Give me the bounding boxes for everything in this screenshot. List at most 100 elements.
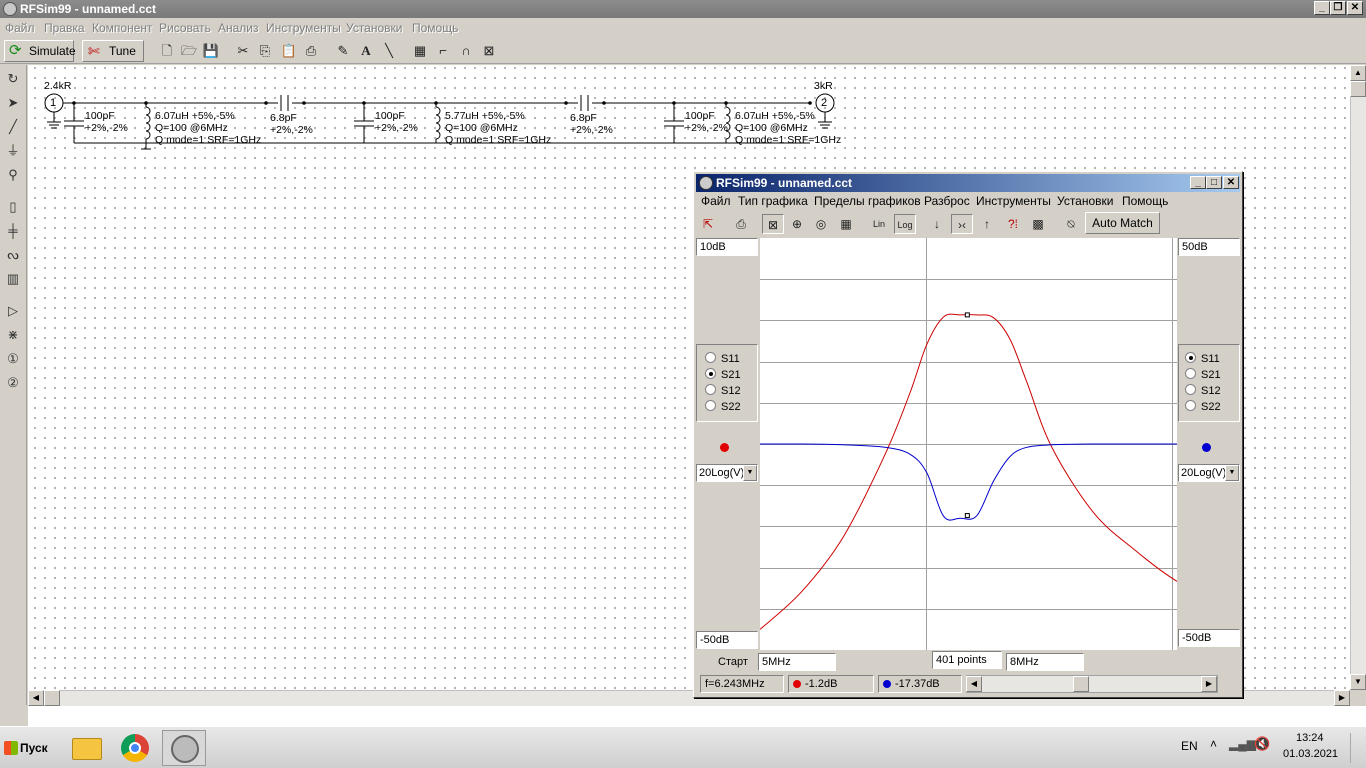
pointer-icon[interactable]: ➤ [4, 94, 22, 112]
help-marker-icon[interactable]: ?⁞ [1002, 214, 1024, 234]
horizontal-scroll-thumb[interactable] [44, 690, 60, 706]
slider-thumb[interactable] [1073, 676, 1089, 692]
log-scale-icon[interactable]: Log [894, 214, 916, 234]
minimize-button[interactable]: _ [1314, 1, 1330, 15]
graph-minimize-button[interactable]: _ [1190, 176, 1206, 189]
vertical-scrollbar[interactable]: ▲ ▼ [1350, 65, 1366, 690]
scroll-left-icon[interactable]: ◀ [28, 690, 44, 706]
graph-menu-help[interactable]: Помощь [1122, 194, 1168, 208]
menu-file[interactable]: Файл [5, 21, 35, 35]
grid-pattern-icon[interactable]: ▩ [1027, 214, 1049, 234]
menu-settings[interactable]: Установки [346, 21, 402, 35]
print-icon[interactable]: ⎙ [302, 42, 320, 60]
wire-icon[interactable]: ⌐ [434, 42, 452, 60]
copy-icon[interactable]: ⎘ [256, 42, 274, 60]
start-frequency-input[interactable]: 5MHz [758, 653, 836, 671]
plot-area[interactable] [760, 238, 1177, 650]
scroll-down-icon[interactable]: ▼ [1350, 674, 1366, 690]
clock-date[interactable]: 01.03.2021 [1283, 748, 1338, 760]
capacitor-icon[interactable]: ╪ [4, 222, 22, 240]
menu-help[interactable]: Помощь [412, 21, 458, 35]
menu-analysis[interactable]: Анализ [218, 21, 259, 35]
clock-time[interactable]: 13:24 [1296, 732, 1324, 744]
scroll-right-icon[interactable]: ▶ [1334, 690, 1350, 706]
table-icon[interactable]: ▦ [835, 214, 857, 234]
simulate-button[interactable]: ⟳ Simulate [4, 40, 76, 62]
graph-menu-plot-type[interactable]: Тип графика [738, 194, 808, 208]
ind3-label[interactable]: 6.07uH +5%,-5% Q=100 @6MHz Q mode=1 SRF=1G… [735, 110, 841, 146]
calculator-icon[interactable]: ▦ [411, 42, 429, 60]
inductor-icon[interactable]: ∩ [457, 42, 475, 60]
auto-match-button[interactable]: Auto Match [1085, 212, 1160, 234]
pen-icon[interactable]: ✎ [334, 42, 352, 60]
right-scale-select[interactable]: 20Log(V) ▼ [1178, 464, 1240, 482]
graph-menu-tools[interactable]: Инструменты [976, 194, 1051, 208]
close-button[interactable]: ✕ [1347, 1, 1363, 15]
explorer-taskbar-button[interactable] [64, 730, 108, 766]
exit-icon[interactable]: ⇱ [697, 214, 719, 234]
graph-menu-spread[interactable]: Разброс [924, 194, 970, 208]
ind2-label[interactable]: 5.77uH +5%,-5% Q=100 @6MHz Q mode=1 SRF=1G… [445, 110, 551, 146]
port2-icon[interactable]: ② [4, 374, 22, 392]
matching-icon[interactable]: ⊠ [480, 42, 498, 60]
series-cap2-label[interactable]: 6.8pF +2%,-2% [570, 112, 613, 136]
rectangular-plot-icon[interactable]: ⊠ [762, 214, 784, 234]
save-icon[interactable]: 💾 [202, 42, 220, 60]
show-desktop-button[interactable] [1350, 733, 1362, 763]
transistor-icon[interactable]: ⋇ [4, 326, 22, 344]
right-radio-s22[interactable]: S22 [1185, 400, 1221, 414]
series-cap1-label[interactable]: 6.8pF +2%,-2% [270, 112, 313, 136]
tune-dial-icon[interactable]: ⍉ [1060, 214, 1082, 234]
menu-tools[interactable]: Инструменты [266, 21, 341, 35]
left-radio-s11[interactable]: S11 [705, 352, 740, 366]
language-indicator[interactable]: EN [1181, 739, 1198, 753]
vertical-scroll-thumb[interactable] [1350, 81, 1366, 97]
slider-right-icon[interactable]: ▶ [1201, 676, 1217, 692]
menu-draw[interactable]: Рисовать [159, 21, 211, 35]
graph-menu-settings[interactable]: Установки [1057, 194, 1113, 208]
network-signal-icon[interactable]: ▂▄▆ [1229, 737, 1256, 751]
right-radio-s12[interactable]: S12 [1185, 384, 1221, 398]
polar-chart-icon[interactable]: ◎ [810, 214, 832, 234]
stop-frequency-input[interactable]: 8MHz [1006, 653, 1084, 671]
zoom-in-icon[interactable]: ›‹ [951, 214, 973, 234]
smith-chart-icon[interactable]: ⊕ [786, 214, 808, 234]
points-input[interactable]: 401 points [932, 651, 1002, 669]
open-folder-icon[interactable]: 🗁 [180, 42, 198, 60]
left-bottom-limit[interactable]: -50dB [696, 631, 758, 649]
tray-expand-icon[interactable]: ˄ [1210, 737, 1217, 751]
cap3-label[interactable]: 100pF +2%,-2% [685, 110, 728, 134]
left-radio-s22[interactable]: S22 [705, 400, 741, 414]
right-bottom-limit[interactable]: -50dB [1178, 629, 1240, 647]
tune-button[interactable]: ✄ Tune [82, 40, 144, 62]
scroll-up-icon[interactable]: ▲ [1350, 65, 1366, 81]
chrome-taskbar-button[interactable] [113, 730, 157, 766]
restore-button[interactable]: ❐ [1330, 1, 1346, 15]
menu-edit[interactable]: Правка [44, 21, 85, 35]
graph-menu-limits[interactable]: Пределы графиков [814, 194, 921, 208]
rfsim-taskbar-button[interactable] [162, 730, 206, 766]
paste-icon[interactable]: 📋 [280, 42, 298, 60]
right-top-limit[interactable]: 50dB [1178, 238, 1240, 256]
frequency-cursor-slider[interactable]: ◀ ▶ [966, 675, 1218, 693]
line-tool-icon[interactable]: ╲ [380, 42, 398, 60]
graph-print-icon[interactable]: ⎙ [730, 214, 752, 234]
left-radio-s12[interactable]: S12 [705, 384, 741, 398]
wire-tool-icon[interactable]: ╱ [4, 118, 22, 136]
cap1-label[interactable]: 100pF +2%,-2% [85, 110, 128, 134]
new-file-icon[interactable]: 🗋 [158, 42, 176, 60]
graph-maximize-button[interactable]: □ [1206, 176, 1222, 189]
text-tool-icon[interactable]: A [357, 42, 375, 60]
graph-close-button[interactable]: ✕ [1223, 176, 1239, 189]
zoom-up-icon[interactable]: ↑ [976, 214, 998, 234]
port1-icon[interactable]: ① [4, 350, 22, 368]
probe-icon[interactable]: ⚲ [4, 166, 22, 184]
coil-icon[interactable]: ᔓ [4, 246, 22, 264]
left-scale-select[interactable]: 20Log(V) ▼ [696, 464, 758, 482]
slider-left-icon[interactable]: ◀ [966, 676, 982, 692]
amplifier-icon[interactable]: ▷ [4, 302, 22, 320]
graph-menu-file[interactable]: Файл [701, 194, 731, 208]
graph-window[interactable]: RFSim99 - unnamed.cct _ □ ✕ Файл Тип гра… [693, 171, 1243, 698]
ind1-label[interactable]: 6.07uH +5%,-5% Q=100 @6MHz Q mode=1 SRF=1G… [155, 110, 261, 146]
menu-component[interactable]: Компонент [92, 21, 153, 35]
